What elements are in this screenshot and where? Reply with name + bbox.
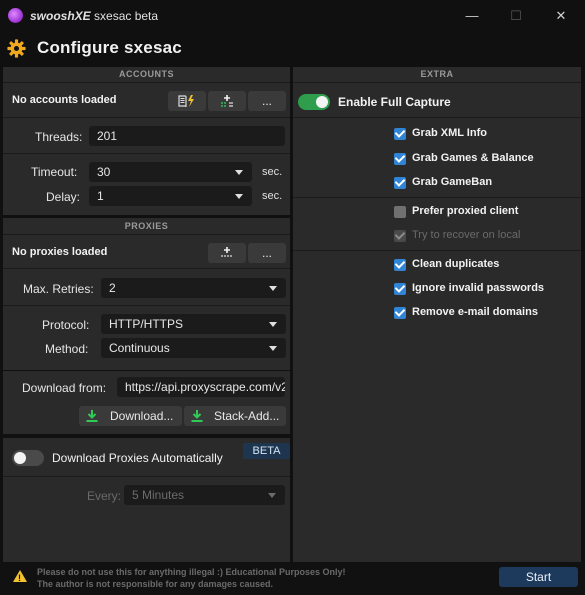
every-select[interactable]: 5 Minutes — [124, 485, 285, 505]
close-button[interactable]: ✕ — [546, 6, 576, 26]
delay-select[interactable]: 1 — [89, 186, 252, 206]
max-retries-select[interactable]: 2 — [101, 278, 286, 298]
accounts-status: No accounts loaded — [12, 94, 117, 106]
download-icon — [191, 410, 203, 422]
divider — [293, 117, 581, 118]
disclaimer-line-2: The author is not responsible for any da… — [37, 579, 274, 589]
timeout-label: Timeout: — [31, 165, 78, 179]
page-title: Configure sxesac — [37, 38, 182, 57]
disclaimer-line-1: Please do not use this for anything ille… — [37, 567, 346, 577]
start-button[interactable]: Start — [499, 567, 578, 587]
divider — [293, 250, 581, 251]
add-proxies-button[interactable] — [208, 243, 246, 263]
divider — [293, 197, 581, 198]
download-url-input[interactable]: https://api.proxyscrape.com/v2/ — [117, 377, 285, 397]
divider — [3, 476, 290, 477]
minimize-button[interactable]: — — [457, 6, 487, 26]
protocol-select[interactable]: HTTP/HTTPS — [101, 314, 286, 334]
auto-download-label: Download Proxies Automatically — [52, 451, 223, 465]
proxies-section-header: PROXIES — [3, 219, 290, 235]
grab-gameban-checkbox[interactable] — [394, 177, 406, 189]
maximize-button[interactable]: ☐ — [501, 6, 531, 26]
method-label: Method: — [45, 342, 89, 356]
full-capture-label: Enable Full Capture — [338, 95, 451, 109]
threads-label: Threads: — [35, 130, 83, 144]
grab-xml-label: Grab XML Info — [412, 127, 487, 139]
recover-local-label: Try to recover on local — [412, 229, 521, 241]
threads-input[interactable]: 201 — [89, 126, 285, 146]
protocol-label: Protocol: — [42, 318, 90, 332]
grab-games-label: Grab Games & Balance — [412, 152, 534, 164]
divider — [3, 305, 290, 306]
download-icon — [86, 410, 98, 422]
beta-badge: BETA — [243, 443, 290, 459]
extra-section-header: EXTRA — [293, 67, 581, 83]
timeout-unit: sec. — [262, 166, 283, 178]
timeout-select[interactable]: 30 — [89, 162, 252, 182]
stack-add-button-label: Stack-Add... — [214, 409, 280, 423]
divider — [3, 268, 290, 269]
proxies-status: No proxies loaded — [12, 246, 108, 258]
every-label: Every: — [87, 489, 122, 503]
book-lightning-icon — [178, 95, 194, 108]
add-accounts-button[interactable] — [208, 91, 246, 111]
warning-icon-mark: ! — [18, 573, 21, 583]
download-from-label: Download from: — [22, 381, 107, 395]
stack-add-button[interactable]: Stack-Add... — [184, 406, 286, 426]
ignore-invalid-passwords-checkbox[interactable] — [394, 283, 406, 295]
recover-local-checkbox[interactable] — [394, 230, 406, 242]
gear-icon — [7, 39, 26, 58]
auto-download-toggle[interactable] — [12, 450, 44, 466]
download-button-label: Download... — [110, 409, 174, 423]
divider — [3, 153, 290, 154]
ignore-invalid-passwords-label: Ignore invalid passwords — [412, 282, 545, 294]
delay-unit: sec. — [262, 190, 283, 202]
grab-games-checkbox[interactable] — [394, 153, 406, 165]
prefer-proxied-checkbox[interactable] — [394, 206, 406, 218]
clean-duplicates-label: Clean duplicates — [412, 258, 500, 270]
download-button[interactable]: Download... — [79, 406, 182, 426]
remove-email-domains-checkbox[interactable] — [394, 307, 406, 319]
full-capture-toggle[interactable] — [298, 94, 330, 110]
add-list-icon — [221, 247, 233, 257]
grab-gameban-label: Grab GameBan — [412, 176, 493, 188]
method-select[interactable]: Continuous — [101, 338, 286, 358]
accounts-more-button[interactable]: ... — [248, 91, 286, 111]
delay-label: Delay: — [46, 190, 81, 204]
window-title: swooshXE sxesac beta — [30, 9, 159, 23]
remove-email-domains-label: Remove e-mail domains — [412, 306, 538, 318]
grab-xml-checkbox[interactable] — [394, 128, 406, 140]
accounts-section-header: ACCOUNTS — [3, 67, 290, 83]
max-retries-label: Max. Retries: — [23, 282, 94, 296]
divider — [3, 117, 290, 118]
prefer-proxied-label: Prefer proxied client — [412, 205, 519, 217]
clean-duplicates-checkbox[interactable] — [394, 259, 406, 271]
app-logo-icon — [8, 8, 23, 23]
proxies-more-button[interactable]: ... — [248, 243, 286, 263]
load-accounts-button[interactable] — [168, 91, 206, 111]
add-list-icon — [221, 95, 233, 107]
